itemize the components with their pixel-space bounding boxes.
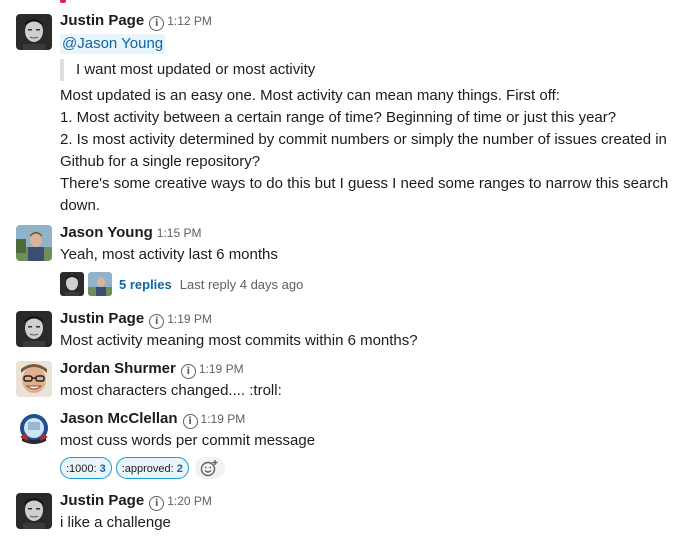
reactions-bar: :1000: 3 :approved: 2 bbox=[60, 457, 225, 479]
reaction-pill[interactable]: :1000: 3 bbox=[60, 457, 112, 479]
message-body: Most updated is an easy one. Most activi… bbox=[60, 85, 669, 217]
info-icon[interactable]: i bbox=[149, 314, 165, 329]
message-line: Most activity meaning most commits withi… bbox=[60, 332, 418, 349]
message-body: @Jason Young bbox=[60, 33, 667, 55]
message-body: i like a challenge bbox=[60, 512, 667, 534]
thread-summary[interactable]: 5 replies Last reply 4 days ago bbox=[60, 272, 303, 296]
info-icon[interactable]: i bbox=[182, 414, 198, 429]
message-header: Jason Young 1:15 PM bbox=[60, 223, 202, 243]
thread-participant-avatar bbox=[60, 272, 84, 296]
reaction-emoji: :approved: bbox=[121, 463, 174, 475]
author-name[interactable]: Justin Page bbox=[60, 12, 144, 29]
message-line: 1. Most activity between a certain range… bbox=[60, 109, 617, 126]
last-reply-text: Last reply 4 days ago bbox=[179, 276, 304, 292]
message-body: most characters changed.... :troll: bbox=[60, 380, 667, 402]
author-name[interactable]: Jason Young bbox=[60, 224, 153, 241]
avatar[interactable] bbox=[16, 361, 52, 397]
message-header: Justin Page i 1:19 PM bbox=[60, 309, 212, 329]
message-line: There's some creative ways to do this bu… bbox=[60, 175, 669, 192]
avatar[interactable] bbox=[16, 311, 52, 347]
info-icon[interactable]: i bbox=[149, 496, 165, 511]
previous-message-sliver bbox=[55, 0, 69, 3]
reaction-count: 2 bbox=[176, 463, 183, 475]
reaction-emoji: :1000: bbox=[66, 463, 97, 475]
author-name[interactable]: Justin Page bbox=[60, 492, 144, 509]
add-reaction-icon bbox=[200, 460, 218, 477]
message-header: Justin Page i 1:12 PM bbox=[60, 11, 212, 31]
replies-link[interactable]: 5 replies bbox=[119, 277, 172, 292]
info-icon[interactable]: i bbox=[149, 16, 165, 31]
message-line: i like a challenge bbox=[60, 514, 171, 531]
timestamp[interactable]: 1:20 PM bbox=[167, 494, 212, 508]
user-mention[interactable]: @Jason Young bbox=[60, 34, 166, 54]
timestamp[interactable]: 1:19 PM bbox=[167, 312, 212, 326]
author-name[interactable]: Jason McClellan bbox=[60, 410, 178, 427]
add-reaction-button[interactable] bbox=[194, 457, 225, 479]
message-line: Most updated is an easy one. Most activi… bbox=[60, 87, 560, 104]
timestamp[interactable]: 1:19 PM bbox=[201, 412, 246, 426]
avatar[interactable] bbox=[16, 493, 52, 529]
timestamp[interactable]: 1:15 PM bbox=[157, 226, 202, 240]
message-line: 2. Is most activity determined by commit… bbox=[60, 131, 667, 148]
message-header: Jason McClellan i 1:19 PM bbox=[60, 409, 245, 429]
avatar[interactable] bbox=[16, 14, 52, 50]
message-body: Most activity meaning most commits withi… bbox=[60, 330, 667, 352]
timestamp[interactable]: 1:19 PM bbox=[199, 362, 244, 376]
message-line: Yeah, most activity last 6 months bbox=[60, 246, 278, 263]
message-body: Yeah, most activity last 6 months bbox=[60, 244, 667, 266]
message-line: most cuss words per commit message bbox=[60, 432, 316, 449]
reaction-pill[interactable]: :approved: 2 bbox=[115, 457, 189, 479]
message-header: Justin Page i 1:20 PM bbox=[60, 491, 212, 511]
info-icon[interactable]: i bbox=[180, 364, 196, 379]
avatar[interactable] bbox=[16, 225, 52, 261]
message-line: down. bbox=[60, 197, 101, 214]
author-name[interactable]: Jordan Shurmer bbox=[60, 360, 176, 377]
reaction-count: 3 bbox=[99, 463, 106, 475]
block-quote: I want most updated or most activity bbox=[60, 59, 315, 81]
thread-participant-avatar bbox=[88, 272, 112, 296]
avatar[interactable] bbox=[16, 411, 52, 447]
timestamp[interactable]: 1:12 PM bbox=[167, 14, 212, 28]
message-line: most characters changed.... :troll: bbox=[60, 382, 282, 399]
author-name[interactable]: Justin Page bbox=[60, 310, 144, 327]
message-header: Jordan Shurmer i 1:19 PM bbox=[60, 359, 244, 379]
message-body: most cuss words per commit message bbox=[60, 430, 667, 452]
message-line: Github for a single repository? bbox=[60, 153, 261, 170]
